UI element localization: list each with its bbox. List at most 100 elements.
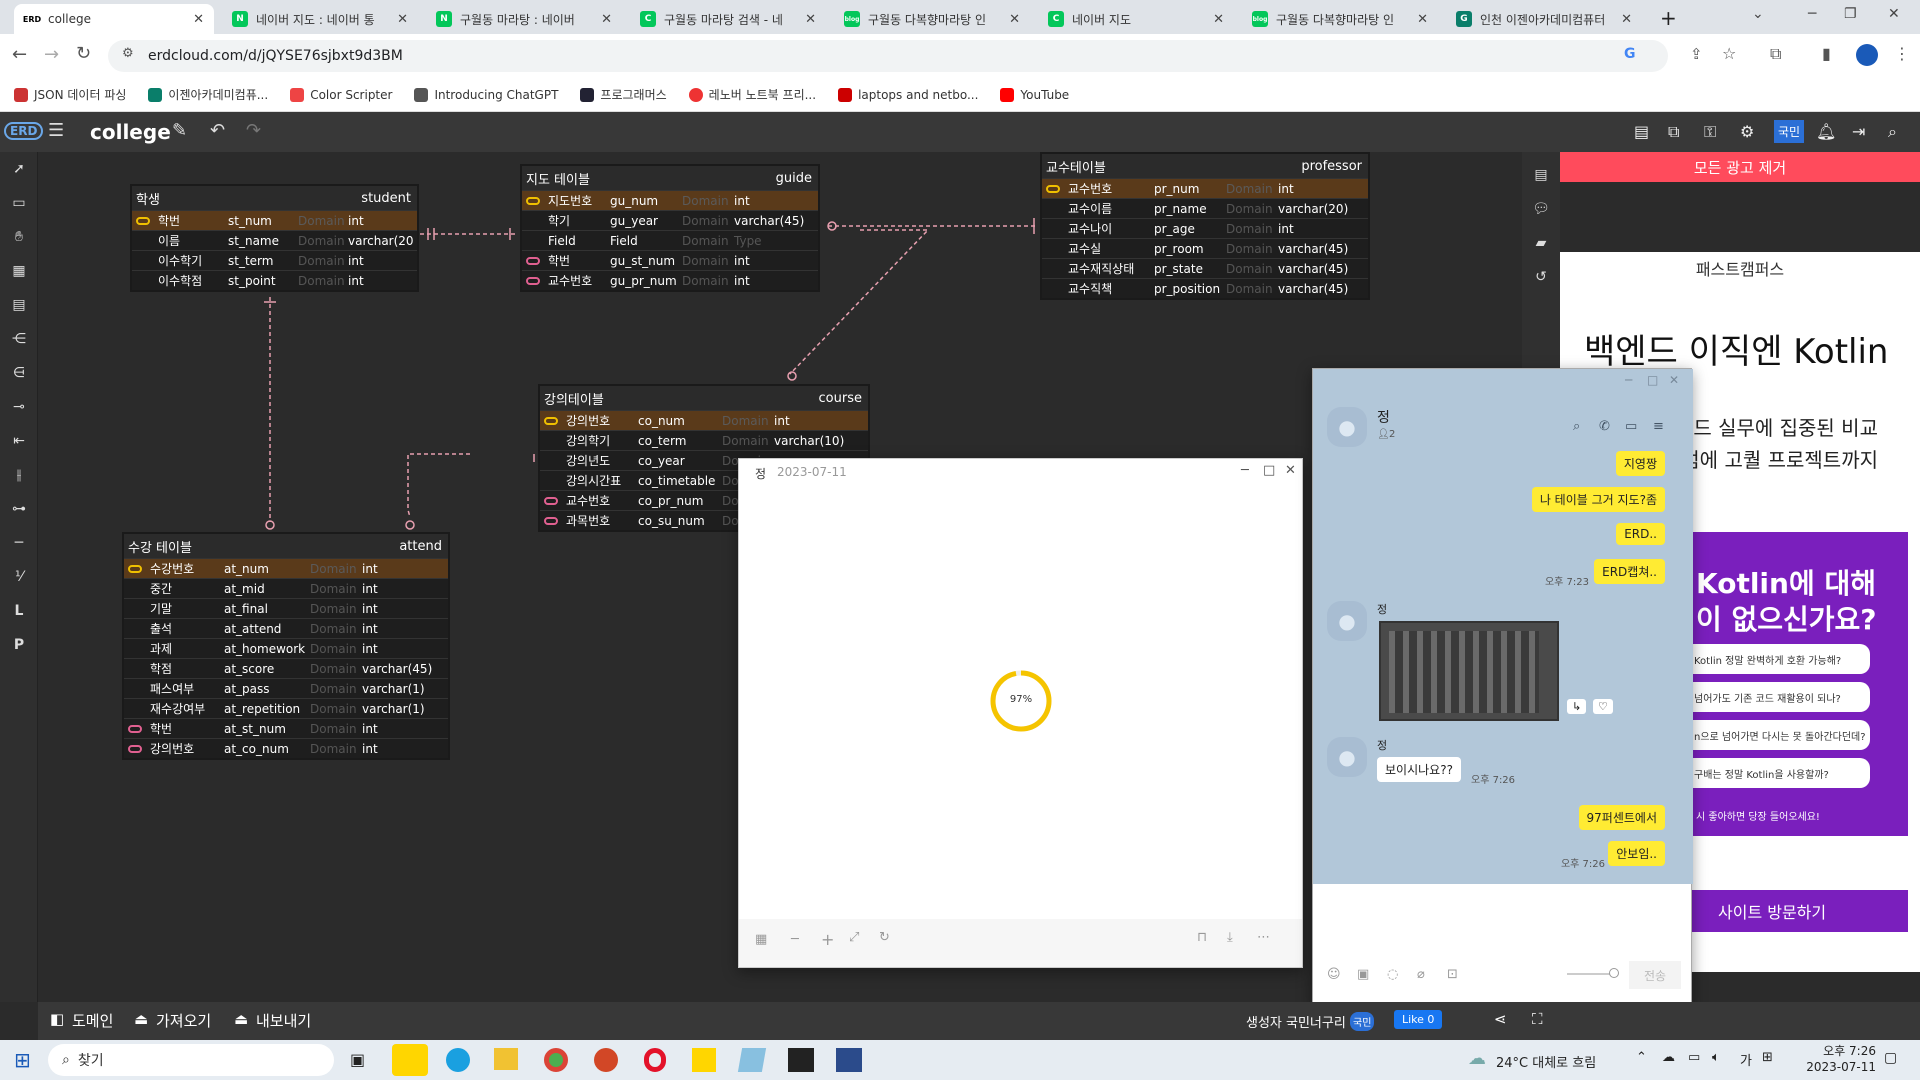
- remove-ads-button[interactable]: 모든 광고 제거: [1560, 152, 1920, 182]
- sender-avatar[interactable]: ●: [1327, 601, 1367, 641]
- diagram-title[interactable]: college: [90, 120, 171, 144]
- table-row[interactable]: 학번 gu_st_num Domain int: [522, 250, 818, 270]
- weather-icon[interactable]: ☁: [1468, 1048, 1486, 1069]
- zoom-out-icon[interactable]: ─: [791, 932, 799, 947]
- download-icon[interactable]: ⤓: [1227, 930, 1233, 945]
- task-view-icon[interactable]: ▣: [350, 1050, 365, 1069]
- table-row[interactable]: 교수나이 pr_age Domain int: [1042, 218, 1368, 238]
- more-icon[interactable]: ⋯: [1257, 930, 1270, 945]
- table-student[interactable]: 학생 student 학번 st_num Domain int 이름 st_name Dom…: [132, 186, 417, 290]
- sticky-notes-icon[interactable]: [692, 1048, 716, 1072]
- site-settings-icon[interactable]: ⚙: [122, 46, 134, 61]
- emoji-icon[interactable]: ☺: [1327, 967, 1341, 982]
- logical-tool-icon[interactable]: L: [0, 594, 38, 628]
- table-professor[interactable]: 교수테이블 professor 교수번호 pr_num Domain int 교수이름 p…: [1042, 154, 1368, 298]
- opacity-slider[interactable]: [1567, 973, 1613, 975]
- schedule-icon[interactable]: ▣: [1357, 967, 1369, 982]
- exit-icon[interactable]: ⇥: [1852, 122, 1865, 141]
- close-icon[interactable]: ✕: [1213, 12, 1224, 27]
- document-icon[interactable]: ▤: [1634, 122, 1649, 141]
- restore-icon[interactable]: ❐: [1844, 6, 1857, 22]
- extensions-icon[interactable]: ⧉: [1770, 44, 1781, 64]
- slider-handle[interactable]: [1609, 968, 1619, 978]
- search-icon[interactable]: ⌕: [1888, 122, 1897, 142]
- bookmark-json[interactable]: JSON 데이터 파싱: [14, 86, 126, 103]
- redo-icon[interactable]: ↷: [246, 120, 261, 141]
- close-icon[interactable]: ✕: [601, 12, 612, 27]
- table-row[interactable]: 수강번호 at_num Domain int: [124, 558, 448, 578]
- comment-icon[interactable]: 💬︎: [1522, 192, 1560, 226]
- lock-icon[interactable]: ⚿: [1704, 122, 1716, 142]
- history-icon[interactable]: ↺: [1522, 260, 1560, 294]
- tab-malatang-search[interactable]: C 구월동 마라탕 검색 - 네 ✕: [630, 4, 826, 34]
- table-row[interactable]: 중간 at_mid Domain int: [124, 578, 448, 598]
- message-input[interactable]: [1313, 884, 1691, 954]
- message-bubble[interactable]: ERD캡쳐..: [1594, 559, 1665, 584]
- message-bubble[interactable]: 안보임..: [1608, 841, 1665, 866]
- google-icon[interactable]: G: [1624, 46, 1636, 62]
- note-tool-icon[interactable]: ▤: [0, 288, 38, 322]
- maximize-icon[interactable]: □: [1263, 463, 1275, 478]
- settings-gear-icon[interactable]: ⚙: [1740, 122, 1754, 141]
- maximize-icon[interactable]: □: [1647, 373, 1658, 387]
- clock-date[interactable]: 2023-07-11: [1796, 1060, 1876, 1074]
- heart-icon[interactable]: ♡: [1593, 699, 1613, 714]
- edit-pencil-icon[interactable]: ✎: [172, 120, 187, 141]
- back-icon[interactable]: ←: [12, 44, 27, 65]
- table-tool-icon[interactable]: ▦: [0, 254, 38, 288]
- table-row[interactable]: 교수이름 pr_name Domain varchar(20): [1042, 198, 1368, 218]
- rotate-icon[interactable]: ↻: [879, 930, 890, 945]
- edge-app-icon[interactable]: [446, 1048, 470, 1072]
- copy-icon[interactable]: ⧉: [1668, 122, 1679, 142]
- forward-icon[interactable]: →: [44, 44, 59, 65]
- table-row[interactable]: 패스여부 at_pass Domain varchar(1): [124, 678, 448, 698]
- folder-icon[interactable]: ▰: [1522, 226, 1560, 260]
- notepad-app-icon[interactable]: [737, 1048, 767, 1072]
- ime-indicator[interactable]: 가: [1740, 1050, 1752, 1069]
- url-field[interactable]: ⚙ erdcloud.com/d/jQYSE76sjbxt9d3BM: [108, 40, 1668, 72]
- bookmark-color-scripter[interactable]: Color Scripter: [290, 87, 392, 102]
- call-icon[interactable]: ✆: [1599, 419, 1610, 434]
- fullscreen-icon[interactable]: ⛶: [1532, 1010, 1543, 1028]
- profile-avatar[interactable]: [1856, 44, 1878, 66]
- pointer-tool-icon[interactable]: ➚: [0, 152, 38, 186]
- message-bubble[interactable]: 지영짱: [1615, 451, 1665, 476]
- windows-start-icon[interactable]: ⊞: [14, 1048, 31, 1072]
- reload-icon[interactable]: ↻: [76, 43, 91, 64]
- table-row[interactable]: 이수학점 st_point Domain int: [132, 270, 417, 290]
- clock-time[interactable]: 오후 7:26: [1796, 1042, 1876, 1059]
- minimize-icon[interactable]: ─: [1241, 463, 1249, 478]
- close-icon[interactable]: ✕: [805, 12, 816, 27]
- taskbar-search[interactable]: ⌕ 찾기: [48, 1044, 334, 1076]
- table-row[interactable]: 이름 st_name Domain varchar(20): [132, 230, 417, 250]
- menu-icon[interactable]: ≡: [1653, 419, 1664, 434]
- table-row[interactable]: 재수강여부 at_repetition Domain varchar(1): [124, 698, 448, 718]
- table-row[interactable]: 강의번호 at_co_num Domain int: [124, 738, 448, 758]
- message-bubble[interactable]: 나 테이블 그거 지도?좀: [1531, 487, 1665, 512]
- relation-many-icon[interactable]: ⇤: [0, 424, 38, 458]
- table-guide[interactable]: 지도 테이블 guide 지도번호 gu_num Domain int 학기 gu_yea…: [522, 166, 818, 290]
- new-tab-button[interactable]: +: [1660, 6, 1677, 30]
- table-row[interactable]: 기말 at_final Domain int: [124, 598, 448, 618]
- table-row[interactable]: 교수실 pr_room Domain varchar(45): [1042, 238, 1368, 258]
- tab-naver-map[interactable]: N 네이버 지도 : 네이버 통 ✕: [222, 4, 418, 34]
- bookmark-icon[interactable]: ⊓: [1197, 930, 1207, 945]
- notification-icon[interactable]: ▢: [1884, 1050, 1897, 1066]
- table-row[interactable]: 학번 at_st_num Domain int: [124, 718, 448, 738]
- bookmark-laptops[interactable]: laptops and netbo...: [838, 87, 978, 102]
- tray-chevron-icon[interactable]: ⌃: [1636, 1050, 1647, 1065]
- weather-text[interactable]: 24°C 대체로 흐림: [1496, 1052, 1596, 1071]
- search-icon[interactable]: ⌕: [1573, 419, 1580, 434]
- opera-app-icon[interactable]: [644, 1048, 666, 1072]
- bell-icon[interactable]: 🔔︎: [1816, 122, 1836, 141]
- speech-icon[interactable]: ◌: [1387, 967, 1398, 982]
- side-panel-icon[interactable]: ▮: [1822, 44, 1831, 63]
- close-icon[interactable]: ✕: [193, 12, 204, 27]
- relation-one-many-icon[interactable]: ⋲: [0, 322, 38, 356]
- terminal-app-icon[interactable]: [788, 1048, 814, 1072]
- image-attachment[interactable]: [1379, 621, 1559, 721]
- onedrive-icon[interactable]: ☁: [1662, 1050, 1675, 1065]
- bookmark-youtube[interactable]: YouTube: [1000, 87, 1069, 102]
- tab-search-chevron-icon[interactable]: ⌄: [1752, 6, 1764, 22]
- undo-icon[interactable]: ↶: [210, 120, 225, 141]
